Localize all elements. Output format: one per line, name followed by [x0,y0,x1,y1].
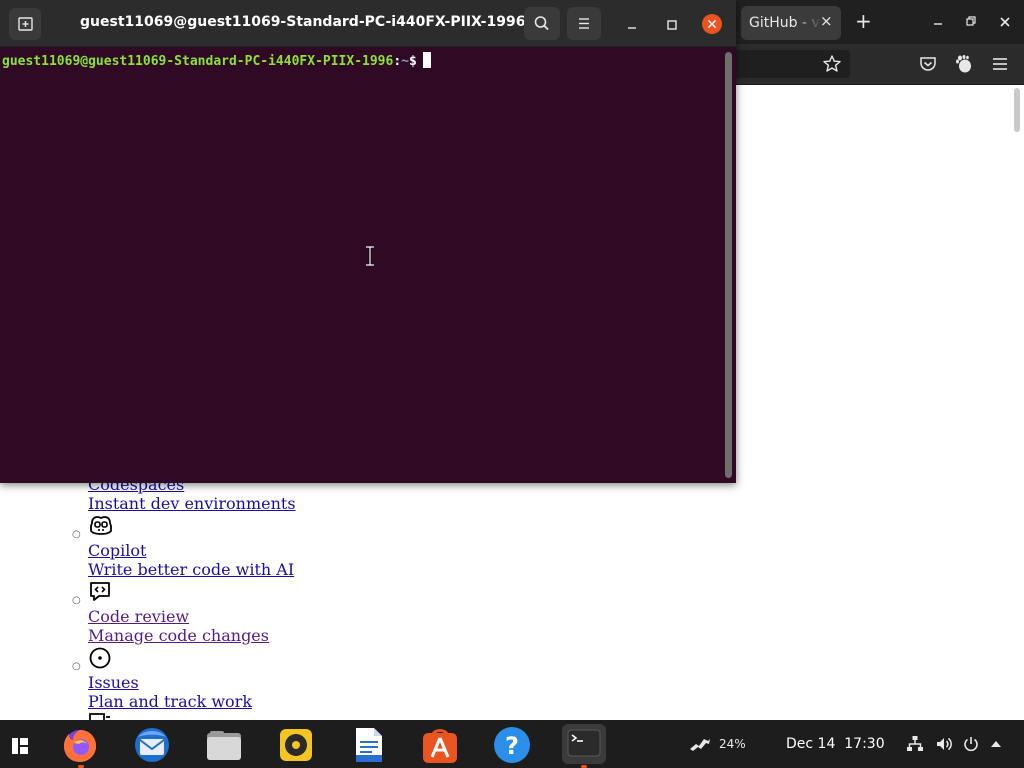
tray-arrow-icon[interactable] [987,735,1005,753]
volume-icon[interactable] [935,735,953,753]
gnome-extension-icon[interactable] [954,54,974,74]
shell-prompt: guest11069@guest11069-Standard-PC-i440FX… [2,52,431,69]
clock-time: 17:30 [844,736,885,752]
desktop: GitHub - v × + Codespaces Instant dev en… [0,0,1024,768]
terminal-window[interactable]: guest11069@guest11069-Standard-PC-i440FX… [0,0,736,483]
terminal-icon[interactable] [562,724,606,764]
firefox-icon[interactable] [60,725,100,765]
show-desktop-icon[interactable] [6,732,34,760]
bookmark-star-icon[interactable] [822,54,842,74]
tab-github[interactable]: GitHub - v × [741,6,841,40]
issues-link[interactable]: Issues [88,673,139,692]
code-review-icon [88,580,112,604]
list-bullet: ○ [72,529,81,540]
close-icon [707,19,717,29]
new-tab-icon [18,17,33,31]
terminal-scrollbar[interactable] [725,52,732,478]
text-cursor [422,52,431,68]
ibeam-cursor-icon [365,245,375,267]
minimize-icon [628,27,636,29]
network-icon[interactable] [906,735,924,753]
prompt-colon: : [393,54,402,69]
prompt-dollar: $ [409,54,417,69]
thunderbird-icon[interactable] [132,725,172,765]
pocket-icon[interactable] [918,54,938,74]
hamburger-menu-icon[interactable] [990,54,1010,74]
issues-subtitle-link[interactable]: Plan and track work [88,692,252,711]
list-bullet: ○ [72,595,81,606]
copilot-icon [88,514,112,538]
codespaces-subtitle-link[interactable]: Instant dev environments [88,494,296,513]
battery-percentage: 24% [719,737,746,751]
taskbar: ? 24% Dec 14 17:30 [0,720,1024,768]
terminal-title: guest11069@guest11069-Standard-PC-i440FX… [80,14,548,30]
hamburger-icon [579,18,589,29]
clock[interactable]: Dec 14 17:30 [786,736,885,752]
firefox-restore-button[interactable] [963,15,979,31]
firefox-minimize-button[interactable] [930,15,946,31]
battery-status-icon[interactable] [688,735,712,753]
code-review-link[interactable]: Code review [88,607,189,626]
clock-date: Dec 14 [786,736,836,752]
terminal-new-tab-button[interactable] [9,8,41,40]
tab-close-icon[interactable]: × [820,12,833,30]
terminal-menu-button[interactable] [567,7,601,40]
rhythmbox-icon[interactable] [276,725,316,765]
terminal-search-button[interactable] [524,7,560,40]
terminal-maximize-button[interactable] [662,15,682,35]
files-icon[interactable] [204,725,244,765]
maximize-icon [667,20,677,30]
restore-icon [966,16,976,26]
app-center-icon[interactable] [420,725,460,765]
libreoffice-writer-icon[interactable] [348,725,388,765]
firefox-close-button[interactable] [997,15,1013,31]
terminal-header-bar[interactable]: guest11069@guest11069-Standard-PC-i440FX… [0,0,736,47]
prompt-user-host: guest11069@guest11069-Standard-PC-i440FX… [2,54,394,69]
search-icon [534,16,549,31]
issues-icon [88,646,112,670]
svg-text:?: ? [505,732,519,760]
terminal-minimize-button[interactable] [622,15,642,35]
code-review-subtitle-link[interactable]: Manage code changes [88,626,269,645]
power-icon[interactable] [962,735,980,753]
copilot-subtitle-link[interactable]: Write better code with AI [88,560,294,579]
new-tab-button[interactable]: + [855,11,872,31]
help-icon[interactable]: ? [492,725,532,765]
list-bullet: ○ [72,661,81,672]
close-icon [1000,17,1010,27]
terminal-close-button[interactable] [702,14,722,34]
minimize-icon [934,23,942,25]
discussions-icon [88,712,112,720]
prompt-path: ~ [401,54,409,69]
page-scrollbar[interactable] [1014,88,1020,132]
copilot-link[interactable]: Copilot [88,541,146,560]
